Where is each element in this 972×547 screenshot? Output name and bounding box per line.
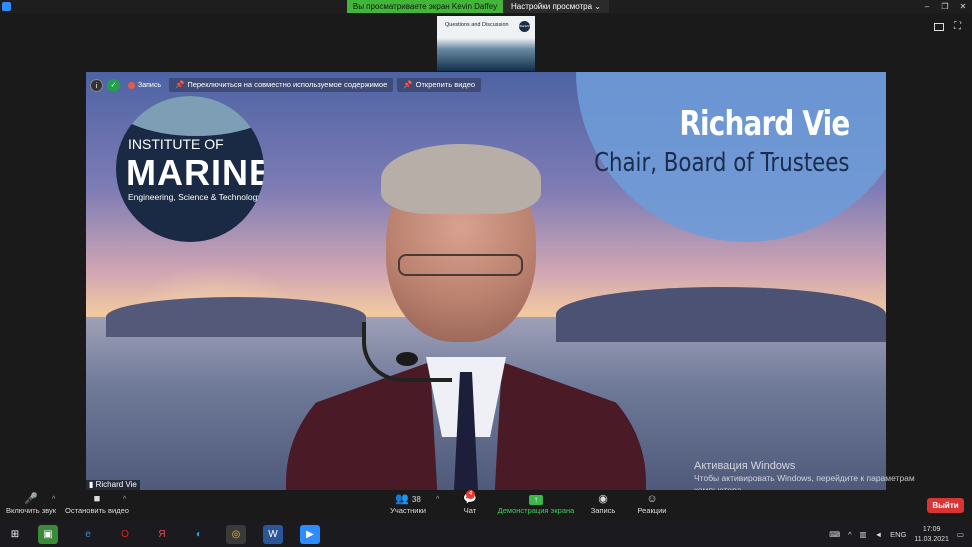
- video-overlay-toolbar: i ✓ Запись 📌 Переключиться на совместно и…: [90, 78, 482, 92]
- keyboard-icon[interactable]: ⌨: [829, 530, 840, 539]
- system-tray: ⌨ ^ ▥ ◄ ENG 17:09 11.03.2021 ▭: [829, 522, 964, 547]
- unpin-video-button[interactable]: 📌 Открепить видео: [397, 78, 482, 92]
- leave-button[interactable]: Выйти: [927, 498, 964, 513]
- gallery-view-icon[interactable]: [934, 23, 944, 31]
- speaker-video: Richard Vie Chair, Board of Trustees INS…: [86, 72, 886, 490]
- share-screen-label: Демонстрация экрана: [497, 506, 575, 515]
- record-label: Запись: [590, 506, 616, 515]
- view-options-label: Настройки просмотра: [511, 2, 593, 11]
- switch-to-shared-content-button[interactable]: 📌 Переключиться на совместно используемое…: [168, 78, 394, 92]
- reactions-button[interactable]: ☺ Реакции: [634, 492, 670, 515]
- window-controls: – ❐ ✕: [918, 0, 972, 13]
- institute-logo: INSTITUTE OF MARINE Engineering, Science…: [116, 96, 264, 242]
- record-icon: ◉: [598, 493, 608, 505]
- meeting-controls: 🎤 Включить звук ^ ■ Остановить видео ^ 👥…: [0, 490, 972, 520]
- tray-chevron-icon[interactable]: ^: [848, 530, 852, 539]
- switch-content-label: Переключиться на совместно используемое …: [187, 80, 388, 89]
- clock-time: 17:09: [922, 525, 941, 533]
- presenter: [266, 142, 666, 490]
- info-icon[interactable]: i: [90, 78, 103, 92]
- stop-video-label: Остановить видео: [65, 506, 129, 515]
- reactions-icon: ☺: [646, 493, 658, 505]
- participants-button[interactable]: 👥 38 Участники: [386, 492, 430, 515]
- volume-icon[interactable]: ◄: [875, 530, 882, 539]
- pin-icon: 📌: [403, 80, 413, 89]
- participants-icon: 👥: [395, 493, 412, 505]
- yandex-icon[interactable]: Я: [152, 525, 172, 544]
- word-icon[interactable]: W: [263, 525, 283, 544]
- language-indicator[interactable]: ENG: [890, 530, 906, 539]
- audio-options-caret[interactable]: ^: [52, 496, 55, 503]
- view-options-button[interactable]: Настройки просмотра ⌄: [503, 0, 609, 13]
- video-options-caret[interactable]: ^: [123, 496, 126, 503]
- participant-name-label: ▮ Richard Vie: [86, 480, 140, 490]
- microphone-muted-icon: 🎤: [24, 493, 38, 505]
- clock[interactable]: 17:09 11.03.2021: [914, 525, 949, 545]
- chat-icon: 💬 4: [463, 490, 477, 505]
- stop-video-button[interactable]: ■ Остановить видео: [64, 492, 130, 515]
- zoom-taskbar-icon[interactable]: ▶: [300, 525, 320, 544]
- network-icon[interactable]: ▥: [860, 530, 867, 539]
- unpin-video-label: Открепить видео: [415, 80, 476, 89]
- share-screen-button[interactable]: ↑ Демонстрация экрана: [496, 492, 576, 515]
- close-button[interactable]: ✕: [954, 0, 972, 13]
- notifications-icon[interactable]: ▭: [957, 530, 964, 539]
- recording-label: Запись: [138, 81, 161, 89]
- logo-line1: INSTITUTE OF: [128, 136, 224, 152]
- zoom-app-icon: [2, 2, 11, 11]
- presenter-hair: [381, 144, 541, 214]
- shared-screen-thumbnail[interactable]: Questions and Discussion IMarEST: [437, 16, 535, 71]
- activation-title: Активация Windows: [694, 460, 796, 472]
- chrome-icon[interactable]: ◎: [226, 525, 246, 544]
- participants-caret[interactable]: ^: [436, 496, 439, 503]
- participant-name: Richard Vie: [95, 480, 137, 489]
- chevron-down-icon: ⌄: [594, 2, 601, 11]
- internet-explorer-icon[interactable]: e: [78, 525, 98, 544]
- title-bar: Вы просматриваете экран Kevin Daffey Нас…: [0, 0, 972, 13]
- participants-label: Участники: [390, 506, 426, 515]
- opera-icon[interactable]: O: [115, 525, 135, 544]
- clock-date: 11.03.2021: [914, 535, 949, 543]
- share-screen-icon: ↑: [529, 495, 543, 505]
- chat-badge: 4: [466, 490, 475, 499]
- fullscreen-icon[interactable]: ⛶: [954, 22, 964, 32]
- participants-count: 38: [411, 495, 421, 504]
- record-button[interactable]: ◉ Запись: [588, 492, 618, 515]
- store-icon[interactable]: ▣: [38, 525, 58, 544]
- start-button[interactable]: ⊞: [5, 525, 25, 544]
- chat-button[interactable]: 💬 4 Чат: [458, 490, 482, 515]
- minimize-button[interactable]: –: [918, 0, 936, 13]
- speaker-name-title: Richard Vie: [679, 104, 851, 144]
- share-banner: Вы просматриваете экран Kevin Daffey: [347, 0, 503, 13]
- recording-dot-icon: [128, 81, 135, 89]
- pin-icon: 📌: [174, 80, 185, 89]
- logo-line2: MARINE: [126, 152, 264, 193]
- logo-line3: Engineering, Science & Technology: [128, 192, 262, 202]
- windows-taskbar: ⊞ ▣ e O Я ◐ ◎ W ▶ ⌨ ^ ▥ ◄ ENG 17:09 11.0…: [0, 522, 972, 547]
- unmute-label: Включить звук: [5, 506, 57, 515]
- recording-indicator: Запись: [124, 81, 165, 89]
- chat-label: Чат: [463, 506, 477, 515]
- shield-icon[interactable]: ✓: [107, 78, 120, 92]
- camera-icon: ■: [93, 493, 101, 505]
- signal-icon: ▮: [89, 480, 96, 489]
- zoom-window: Вы просматриваете экран Kevin Daffey Нас…: [0, 0, 972, 547]
- microphone-icon: [396, 352, 418, 366]
- edge-icon[interactable]: ◐: [189, 525, 209, 544]
- presenter-glasses: [398, 254, 523, 276]
- reactions-label: Реакции: [637, 506, 667, 515]
- unmute-button[interactable]: 🎤 Включить звук: [4, 492, 58, 515]
- thumbnail-logo: IMarEST: [519, 21, 531, 32]
- logo-wave: [116, 96, 264, 136]
- thumbnail-title: Questions and Discussion: [445, 22, 509, 28]
- maximize-button[interactable]: ❐: [936, 0, 954, 13]
